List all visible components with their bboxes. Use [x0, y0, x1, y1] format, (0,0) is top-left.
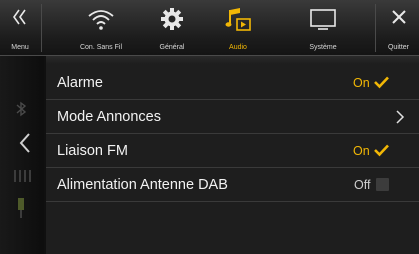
setting-label: Alarme	[57, 75, 103, 91]
tab-general-label: Général	[159, 44, 185, 51]
tab-audio[interactable]: Audio	[213, 0, 263, 56]
setting-label: Mode Annonces	[57, 109, 161, 125]
side-menu-background	[0, 56, 44, 254]
wifi-icon	[88, 10, 114, 30]
setting-announcements-row[interactable]: Mode Annonces	[46, 100, 419, 134]
plug-icon	[18, 198, 24, 218]
monitor-icon	[310, 9, 336, 30]
menu-button[interactable]: Menu	[0, 0, 40, 56]
tab-general[interactable]: Général	[147, 0, 197, 56]
setting-label: Alimentation Antenne DAB	[57, 177, 228, 193]
toolbar-divider	[375, 4, 376, 52]
tab-system-label: Système	[309, 44, 337, 51]
audio-settings-list: Alarme On Mode Annonces Liaison FM On Al…	[46, 56, 419, 254]
checkmark-icon[interactable]	[374, 76, 389, 89]
tab-wireless-label: Con. Sans Fil	[79, 44, 123, 51]
top-toolbar: Menu Con. Sans Fil Général Audio Système…	[0, 0, 419, 56]
setting-alarm-row[interactable]: Alarme On	[46, 66, 419, 100]
setting-state: Off	[354, 178, 371, 192]
toolbar-divider	[41, 4, 42, 52]
gear-icon	[161, 8, 183, 30]
setting-dab-antenna-row[interactable]: Alimentation Antenne DAB Off	[46, 168, 419, 202]
menu-label: Menu	[11, 44, 29, 51]
checkbox-empty[interactable]	[376, 178, 389, 191]
list-header-strip	[46, 56, 419, 64]
setting-fm-link-row[interactable]: Liaison FM On	[46, 134, 419, 168]
tab-system[interactable]: Système	[298, 0, 348, 56]
side-menu	[0, 56, 46, 254]
setting-state: On	[353, 144, 370, 158]
quit-button[interactable]: Quitter	[378, 0, 419, 56]
setting-label: Liaison FM	[57, 143, 128, 159]
equalizer-icon	[14, 170, 31, 182]
checkmark-icon[interactable]	[374, 144, 389, 157]
tab-wireless[interactable]: Con. Sans Fil	[70, 0, 132, 56]
setting-state: On	[353, 76, 370, 90]
tab-audio-label: Audio	[229, 44, 247, 51]
bluetooth-icon	[16, 101, 27, 117]
close-icon	[391, 10, 406, 24]
chevron-right-icon	[396, 110, 405, 124]
quit-label: Quitter	[387, 44, 409, 51]
audio-icon	[225, 8, 251, 31]
double-chevron-left-icon	[13, 9, 26, 25]
back-chevron-icon[interactable]	[18, 132, 32, 154]
